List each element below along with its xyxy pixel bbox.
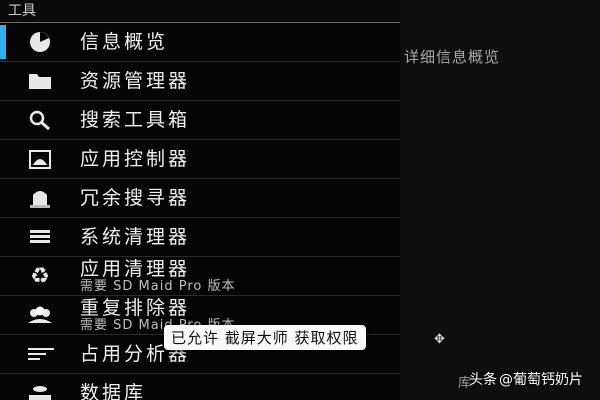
drawer-item-label: 数据库 bbox=[80, 381, 147, 400]
drawer-item-label: 资源管理器 bbox=[80, 69, 191, 92]
drawer-item-label: 信息概览 bbox=[80, 30, 169, 53]
drawer-item-corpse-finder[interactable]: 冗余搜寻器 bbox=[0, 179, 400, 218]
drawer-item-label: 系统清理器 bbox=[80, 225, 191, 248]
lines-icon bbox=[0, 342, 80, 366]
watermark: 头条 @葡萄钙奶片 bbox=[469, 369, 583, 389]
cursor-icon: ✥ bbox=[434, 332, 445, 347]
drawer-item-label: 应用清理器 bbox=[80, 257, 191, 280]
drawer-item-overview[interactable]: 信息概览 bbox=[0, 23, 400, 62]
pie-chart-icon bbox=[0, 30, 80, 54]
drawer-item-label: 重复排除器 bbox=[80, 296, 191, 319]
duplicates-icon bbox=[0, 303, 80, 327]
tombstone-icon bbox=[0, 186, 80, 210]
search-icon bbox=[0, 108, 80, 132]
section-header-tools: 工具 bbox=[0, 0, 400, 23]
drawer-item-label: 搜索工具箱 bbox=[80, 108, 191, 131]
watermark-author: @葡萄钙奶片 bbox=[499, 372, 583, 388]
recycle-icon: ♻ bbox=[30, 263, 50, 289]
drawer-item-system-cleaner[interactable]: 系统清理器 bbox=[0, 218, 400, 257]
folder-icon bbox=[0, 69, 80, 93]
drawer-item-label: 应用控制器 bbox=[80, 147, 191, 170]
android-icon bbox=[0, 147, 80, 171]
list-icon bbox=[0, 225, 80, 249]
drawer-item-label: 冗余搜寻器 bbox=[80, 186, 191, 209]
drawer-item-searcher[interactable]: 搜索工具箱 bbox=[0, 101, 400, 140]
watermark-brand: 头条 bbox=[469, 372, 497, 388]
permission-toast: 已允许 截屏大师 获取权限 bbox=[164, 325, 366, 350]
drawer-item-explorer[interactable]: 资源管理器 bbox=[0, 62, 400, 101]
drawer-item-databases[interactable]: 数据库 bbox=[0, 374, 400, 400]
drawer-item-app-control[interactable]: 应用控制器 bbox=[0, 140, 400, 179]
drawer-item-sublabel: 需要 SD Maid Pro 版本 bbox=[80, 278, 236, 294]
database-icon bbox=[0, 381, 80, 400]
content-title: 详细信息概览 bbox=[404, 48, 501, 66]
drawer-item-app-cleaner[interactable]: ♻ 应用清理器 需要 SD Maid Pro 版本 bbox=[0, 257, 400, 296]
